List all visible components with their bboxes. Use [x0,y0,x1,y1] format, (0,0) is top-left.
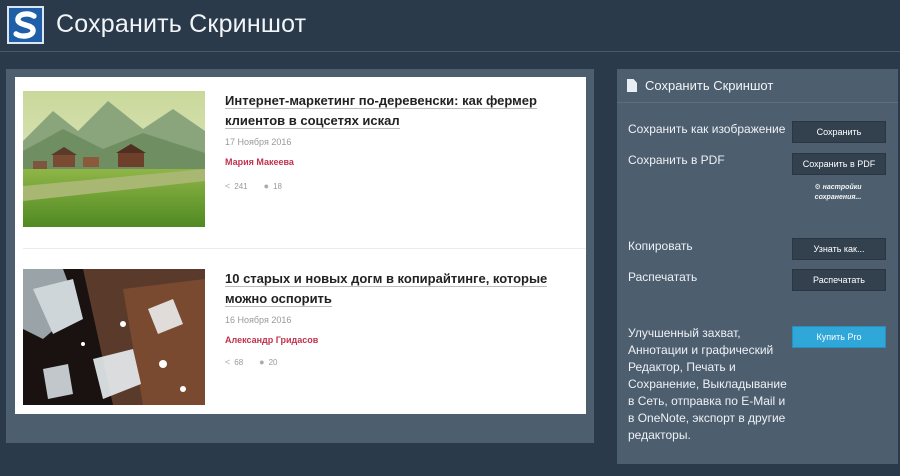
s-logo-icon [9,8,42,42]
comment-icon: ● [263,181,270,191]
save-pdf-label: Сохранить в PDF [628,153,725,167]
article-thumbnail-ice[interactable] [23,269,205,405]
article-title[interactable]: 10 старых и новых догм в копирайтинге, к… [225,269,586,309]
article-card[interactable]: Интернет-маркетинг по-деревенски: как фе… [15,77,586,247]
save-pdf-button[interactable]: Сохранить в PDF [792,153,886,175]
document-icon [627,79,637,92]
comment-count: 18 [273,181,282,191]
article-author[interactable]: Мария Макеева [225,157,294,167]
comment-icon: ● [259,357,265,367]
article-stats: < 68 ● 20 [225,357,278,367]
copy-label: Копировать [628,239,693,253]
share-count: 241 [234,181,248,191]
panel-title: Сохранить Скриншот [645,78,774,93]
save-screenshot-panel: Сохранить Скриншот Сохранить как изображ… [617,69,898,464]
buy-pro-button[interactable]: Купить Pro [792,326,886,348]
share-count: 68 [234,357,244,367]
article-divider [23,248,586,249]
share-icon: < [225,357,231,367]
article-thumbnail-farm[interactable] [23,91,205,227]
copy-how-button[interactable]: Узнать как... [792,238,886,260]
pdf-settings-link[interactable]: ⚙ настройки сохранения... [803,183,873,203]
app-logo-icon [7,6,44,44]
save-image-label: Сохранить как изображение [628,122,786,136]
article-author[interactable]: Александр Гридасов [225,335,318,345]
app-title: Сохранить Скриншот [56,10,307,38]
preview-page: Интернет-маркетинг по-деревенски: как фе… [15,77,586,414]
pro-features-description: Улучшенный захват, Аннотации и графическ… [628,326,787,442]
article-date: 17 Ноября 2016 [225,137,292,147]
article-title[interactable]: Интернет-маркетинг по-деревенски: как фе… [225,91,586,131]
share-icon: < [225,181,231,191]
panel-header: Сохранить Скриншот [617,69,898,103]
gear-icon: ⚙ [814,184,821,191]
article-stats: < 241 ● 18 [225,181,282,191]
print-button[interactable]: Распечатать [792,269,886,291]
article-card[interactable]: 10 старых и новых догм в копирайтинге, к… [15,257,586,414]
print-label: Распечатать [628,270,698,284]
save-image-button[interactable]: Сохранить [792,121,886,143]
article-date: 16 Ноября 2016 [225,315,292,325]
comment-count: 20 [268,357,278,367]
app-header: Сохранить Скриншот [0,0,900,52]
screenshot-preview: Интернет-маркетинг по-деревенски: как фе… [6,69,594,443]
